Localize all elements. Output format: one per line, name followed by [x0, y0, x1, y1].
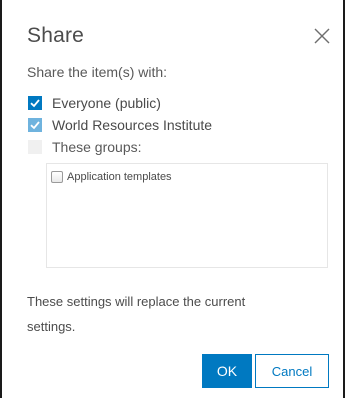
everyone-label: Everyone (public)	[52, 95, 161, 111]
group-checkbox[interactable]	[51, 171, 63, 183]
groups-checkbox[interactable]	[28, 140, 42, 154]
checkmark-icon	[30, 99, 40, 108]
organization-checkbox[interactable]	[28, 118, 42, 132]
close-button[interactable]	[312, 26, 332, 46]
share-subtitle: Share the item(s) with:	[27, 64, 168, 80]
list-item[interactable]: Application templates	[51, 171, 172, 183]
ok-button[interactable]: OK	[202, 354, 252, 388]
close-icon	[314, 28, 330, 44]
option-everyone[interactable]: Everyone (public)	[28, 94, 161, 112]
groups-label: These groups:	[52, 139, 142, 155]
option-organization[interactable]: World Resources Institute	[28, 116, 212, 134]
share-dialog: Share Share the item(s) with: Everyone (…	[0, 0, 345, 398]
dialog-title: Share	[27, 24, 85, 47]
cancel-button[interactable]: Cancel	[255, 354, 329, 388]
everyone-checkbox[interactable]	[28, 96, 42, 110]
option-these-groups[interactable]: These groups:	[28, 138, 142, 156]
groups-list: Application templates	[46, 163, 328, 268]
checkmark-icon	[30, 121, 40, 130]
organization-label: World Resources Institute	[52, 117, 213, 133]
group-label: Application templates	[67, 171, 172, 183]
settings-note: These settings will replace the current …	[27, 294, 246, 334]
